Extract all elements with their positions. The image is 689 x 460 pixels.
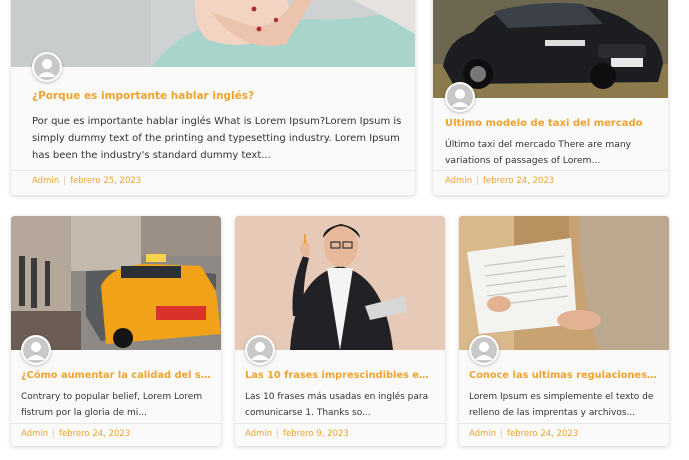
post-excerpt: Contrary to popular belief, Lorem Lorem … — [21, 392, 203, 418]
post-card[interactable]: ¿Porque es importante hablar inglés? Por… — [11, 0, 415, 195]
taxi-street-photo-image — [11, 216, 221, 350]
post-title[interactable]: Último modelo de taxi del mercado — [445, 118, 657, 129]
post-meta: Admin | febrero 25, 2023 — [32, 176, 141, 186]
post-title[interactable]: ¿Porque es importante hablar inglés? — [32, 90, 402, 102]
post-card[interactable]: Último modelo de taxi del mercado Último… — [433, 0, 668, 195]
divider — [11, 170, 415, 171]
user-silhouette-icon — [23, 337, 49, 363]
man-notebook-photo-image — [235, 216, 445, 350]
divider — [11, 423, 221, 424]
meta-separator: | — [276, 429, 279, 439]
post-thumbnail[interactable] — [459, 216, 669, 350]
user-silhouette-icon — [471, 337, 497, 363]
meta-separator: | — [476, 176, 479, 186]
woman-photo-image — [11, 0, 415, 67]
post-author[interactable]: Admin — [245, 429, 272, 439]
post-excerpt: Por que es importante hablar inglés What… — [32, 116, 402, 161]
user-silhouette-icon — [34, 54, 60, 80]
post-meta: Admin | febrero 24, 2023 — [445, 176, 554, 186]
divider — [235, 423, 445, 424]
author-avatar[interactable] — [32, 52, 62, 82]
post-card[interactable]: ¿Cómo aumentar la calidad del servicio d… — [11, 216, 221, 446]
author-avatar[interactable] — [469, 335, 499, 365]
post-meta: Admin | febrero 9, 2023 — [245, 429, 349, 439]
post-author[interactable]: Admin — [469, 429, 496, 439]
divider — [459, 423, 669, 424]
author-avatar[interactable] — [245, 335, 275, 365]
post-title[interactable]: Conoce las ultimas regulaciones impuesta… — [469, 370, 659, 381]
post-author[interactable]: Admin — [32, 176, 59, 186]
post-card[interactable]: Conoce las ultimas regulaciones impuesta… — [459, 216, 669, 446]
post-date[interactable]: febrero 24, 2023 — [59, 429, 130, 439]
divider — [433, 170, 668, 171]
post-card[interactable]: Las 10 frases imprescindibles en el idio… — [235, 216, 445, 446]
post-date[interactable]: febrero 24, 2023 — [507, 429, 578, 439]
meta-separator: | — [52, 429, 55, 439]
post-author[interactable]: Admin — [21, 429, 48, 439]
post-excerpt: Último taxi del mercado There are many v… — [445, 139, 632, 166]
meta-separator: | — [500, 429, 503, 439]
author-avatar[interactable] — [445, 82, 475, 112]
post-author[interactable]: Admin — [445, 176, 472, 186]
document-reading-photo-image — [459, 216, 669, 350]
author-avatar[interactable] — [21, 335, 51, 365]
post-date[interactable]: febrero 25, 2023 — [70, 176, 141, 186]
post-thumbnail[interactable] — [11, 0, 415, 67]
post-thumbnail[interactable] — [235, 216, 445, 350]
user-silhouette-icon — [447, 84, 473, 110]
post-title[interactable]: ¿Cómo aumentar la calidad del servicio d… — [21, 370, 211, 381]
post-meta: Admin | febrero 24, 2023 — [21, 429, 130, 439]
post-title[interactable]: Las 10 frases imprescindibles en el idio… — [245, 370, 435, 381]
post-date[interactable]: febrero 9, 2023 — [283, 429, 349, 439]
post-thumbnail[interactable] — [11, 216, 221, 350]
post-excerpt: Las 10 frases más usadas en inglés para … — [245, 392, 429, 418]
meta-separator: | — [63, 176, 66, 186]
post-meta: Admin | febrero 24, 2023 — [469, 429, 578, 439]
post-date[interactable]: febrero 24, 2023 — [483, 176, 554, 186]
post-excerpt: Lorem Ipsum es simplemente el texto de r… — [469, 392, 654, 418]
user-silhouette-icon — [247, 337, 273, 363]
